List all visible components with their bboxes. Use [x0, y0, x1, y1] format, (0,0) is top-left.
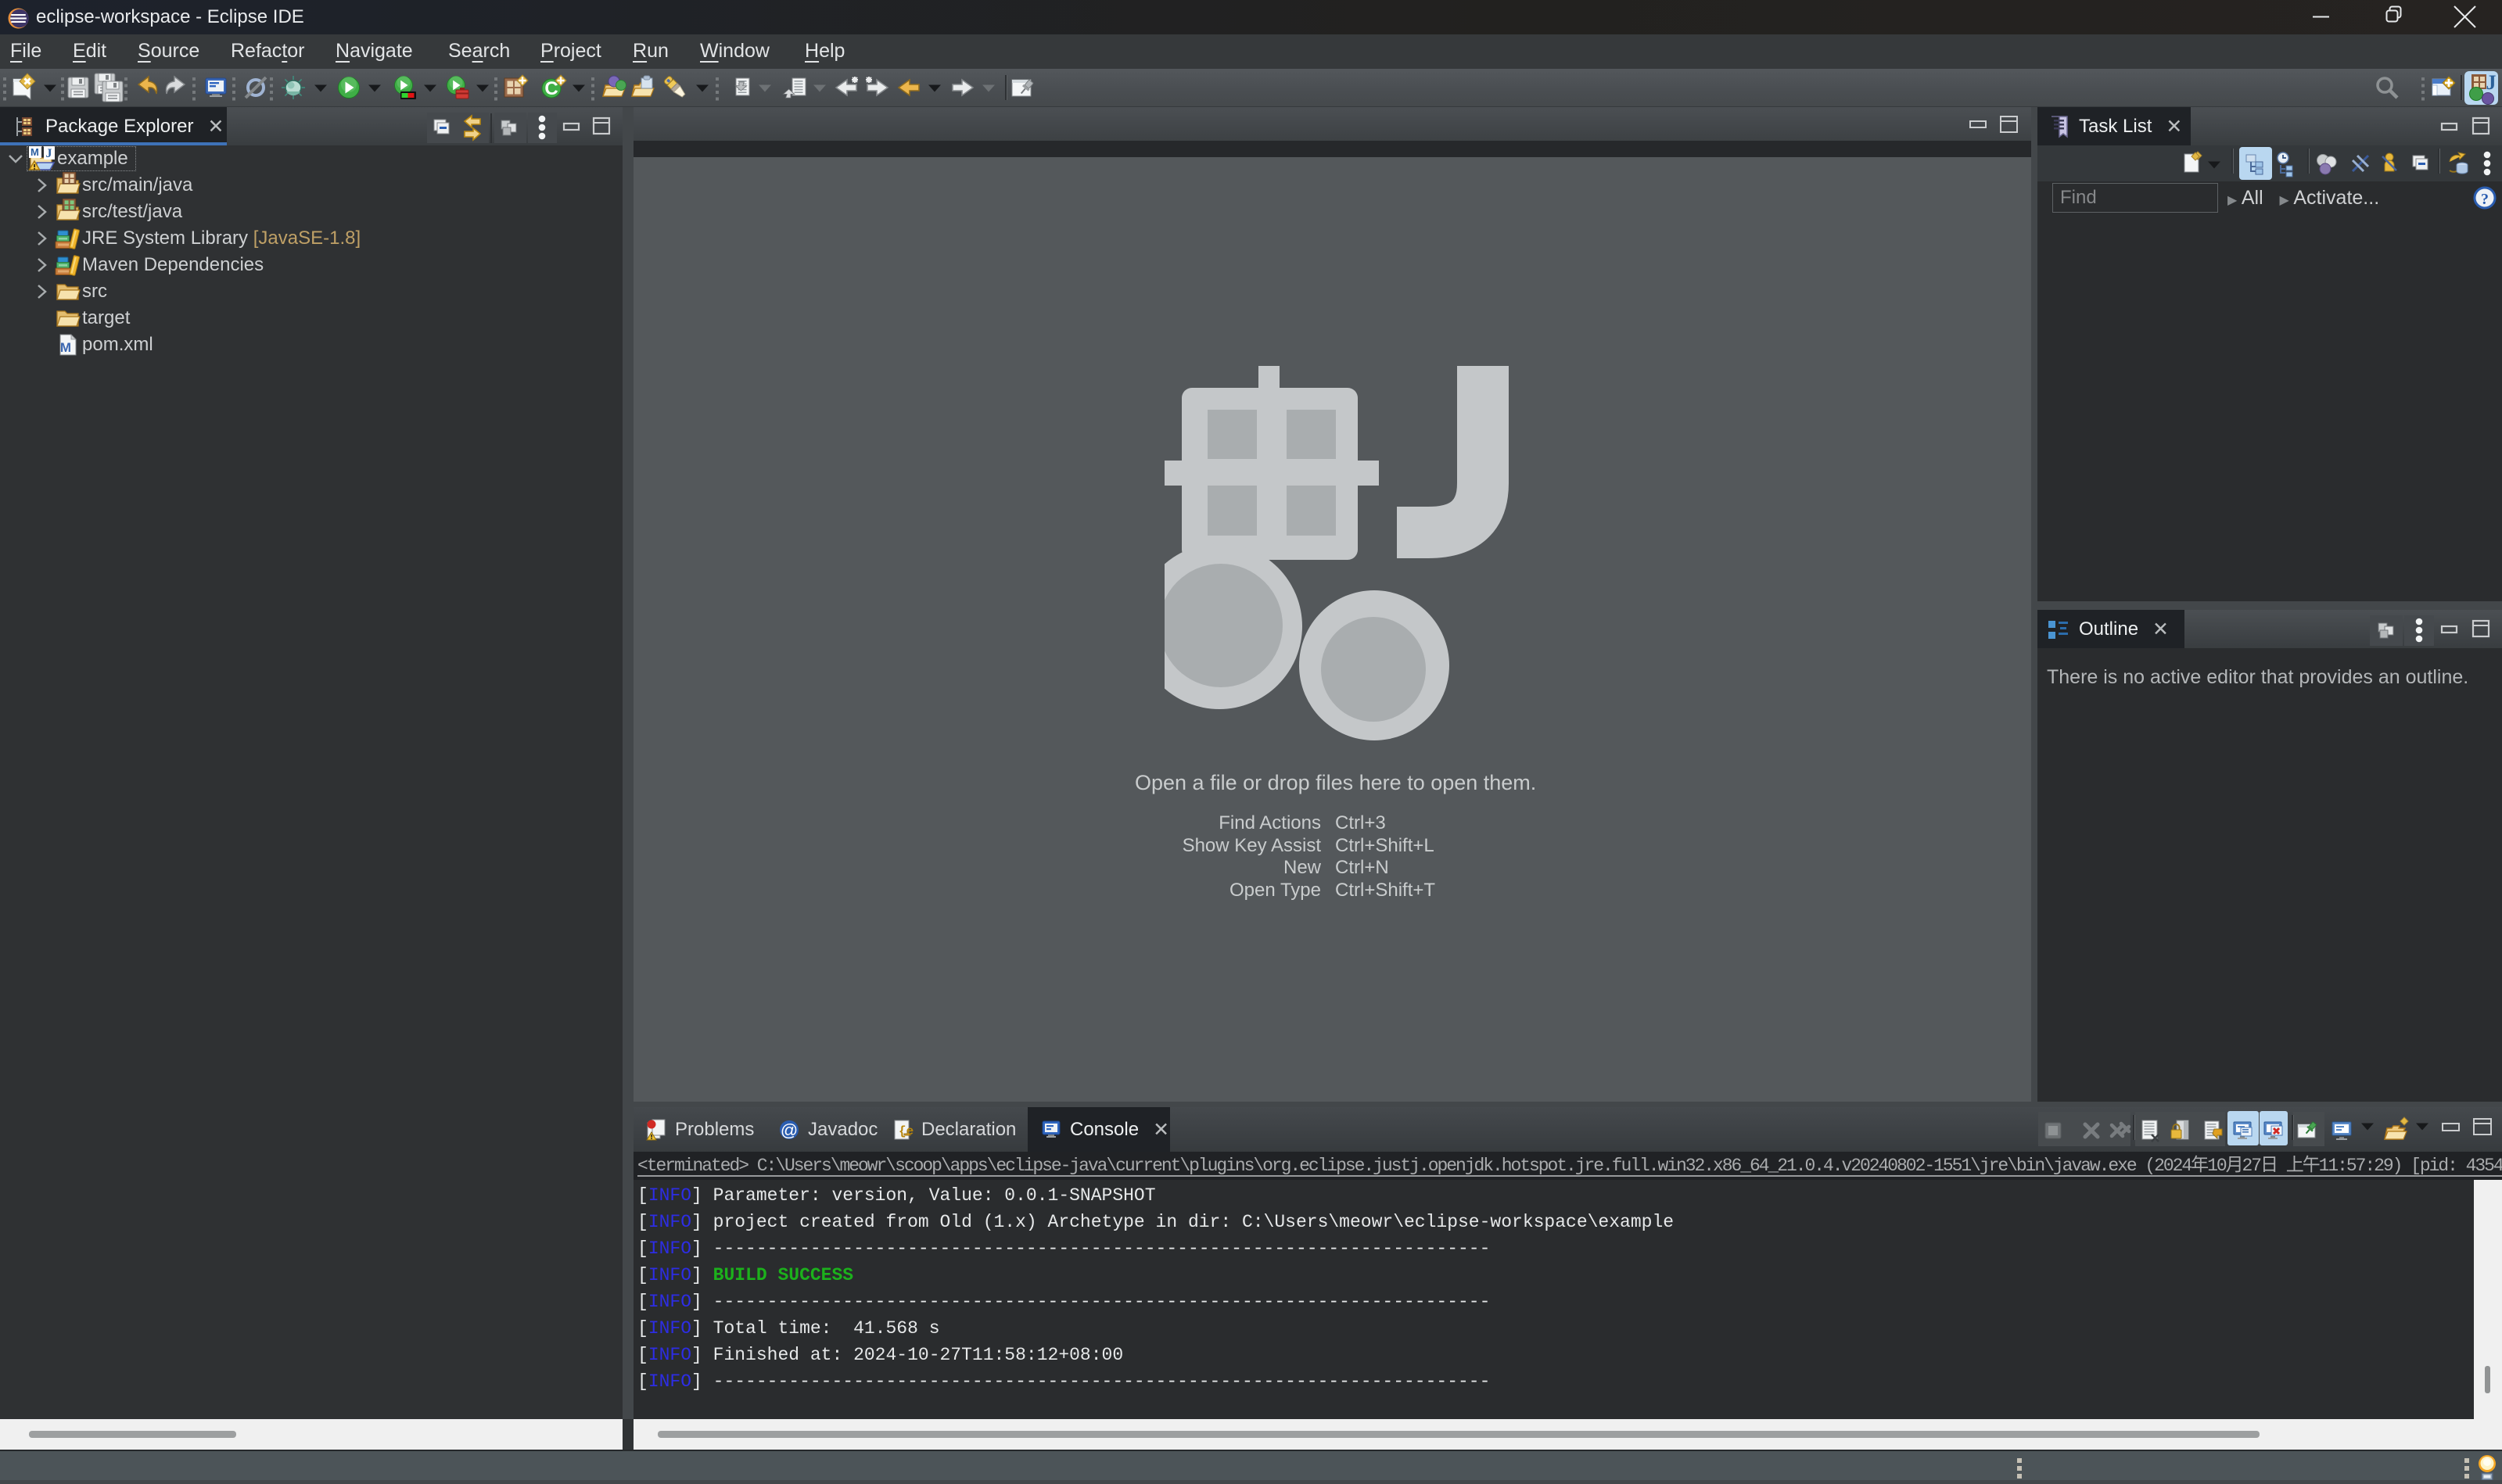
svg-text:J: J — [2486, 71, 2497, 94]
svg-text:M: M — [60, 340, 71, 355]
svg-text:?: ? — [2481, 191, 2489, 208]
svg-text:J: J — [46, 147, 52, 160]
svg-text:M: M — [31, 146, 39, 158]
